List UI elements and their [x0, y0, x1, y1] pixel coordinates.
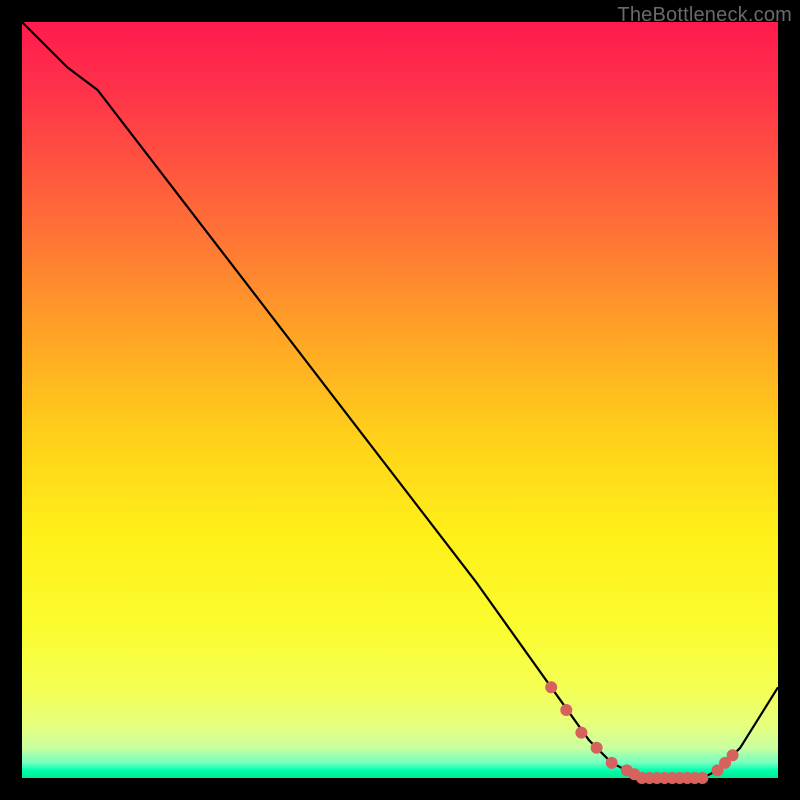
highlight-dot: [545, 681, 557, 693]
highlight-dot: [560, 704, 572, 716]
chart-container: TheBottleneck.com: [0, 0, 800, 800]
highlight-dot: [606, 757, 618, 769]
curve-svg: [22, 22, 778, 778]
bottleneck-curve: [22, 22, 778, 778]
highlight-dot: [591, 742, 603, 754]
watermark-text: TheBottleneck.com: [617, 4, 792, 27]
highlight-dot: [696, 772, 708, 784]
highlight-dots: [545, 681, 738, 784]
highlight-dot: [727, 749, 739, 761]
highlight-dot: [575, 727, 587, 739]
plot-area: [22, 22, 778, 778]
